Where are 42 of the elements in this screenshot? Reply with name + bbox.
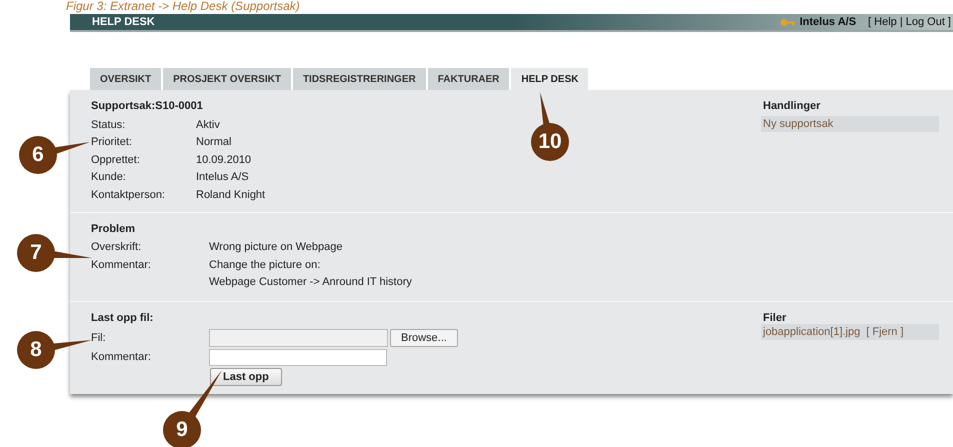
callout-number: 9 <box>163 411 201 447</box>
nav-tab[interactable]: OVERSIKT <box>90 68 162 90</box>
browse-button[interactable]: Browse... <box>390 329 458 347</box>
company-name: Intelus A/S <box>800 14 856 30</box>
nav-tab[interactable]: HELP DESK <box>511 68 588 90</box>
nav-tab[interactable]: PROSJEKT OVERSIKT <box>163 68 291 90</box>
field-label: Prioritet: <box>91 135 133 150</box>
header-links[interactable]: [ Help | Log Out ] <box>868 16 951 28</box>
section-title: Last opp fil: <box>91 311 154 326</box>
section-title: Problem <box>91 222 136 236</box>
figure-caption: Figur 3: Extranet -> Help Desk (Supportsak) <box>66 0 300 13</box>
field-label: Kommentar: <box>91 350 152 365</box>
field-value: Webpage Customer -> Anround IT history <box>209 275 412 290</box>
field-value: Roland Knight <box>196 188 266 202</box>
comment-field[interactable] <box>209 348 387 366</box>
file-path-field[interactable] <box>209 329 388 347</box>
field-label: Kommentar: <box>91 258 152 272</box>
app-title: HELP DESK <box>92 14 155 30</box>
field-label: Fil: <box>91 330 107 346</box>
file-link[interactable]: jobapplication[1].jpg <box>763 324 860 340</box>
section-title: Filer <box>762 311 788 324</box>
key-icon <box>780 18 796 26</box>
section-title: Supportsak:S10-0001 <box>91 99 204 114</box>
upload-button[interactable]: Last opp <box>210 368 282 386</box>
field-label: Kontaktperson: <box>91 188 166 202</box>
field-label: Opprettet: <box>91 152 141 168</box>
callout-number: 6 <box>19 136 57 174</box>
field-label: Kunde: <box>91 170 127 185</box>
field-label: Status: <box>91 118 126 132</box>
field-value: Aktiv <box>196 118 220 132</box>
field-value: Normal <box>196 135 232 150</box>
field-value: Intelus A/S <box>196 170 249 185</box>
nav-tab[interactable]: FAKTURAER <box>428 68 510 90</box>
field-label: Overskrift: <box>91 240 142 255</box>
field-value: Change the picture on: <box>209 258 320 272</box>
section-title: Handlinger <box>762 99 822 114</box>
field-value: 10.09.2010 <box>196 152 252 168</box>
field-value: Wrong picture on Webpage <box>209 240 343 255</box>
action-link[interactable]: Ny supportsak <box>761 116 939 132</box>
nav-tab[interactable]: TIDSREGISTRERINGER <box>292 68 426 90</box>
remove-link[interactable]: [ Fjern ] <box>866 324 904 340</box>
callout-number: 8 <box>17 331 55 369</box>
